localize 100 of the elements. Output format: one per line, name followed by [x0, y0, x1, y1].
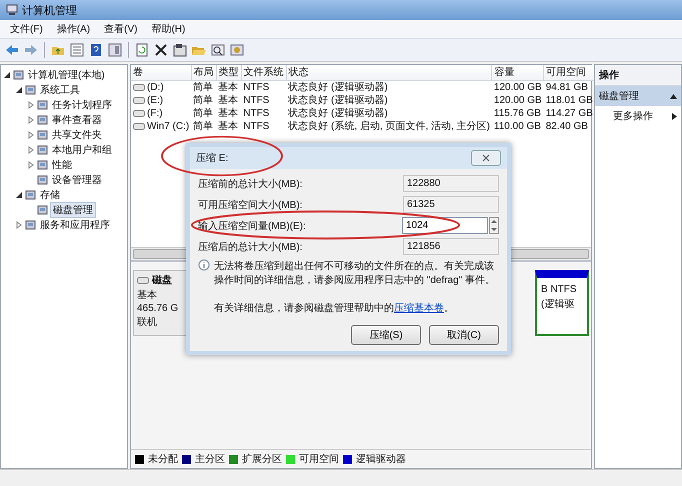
column-header[interactable]: 状态	[286, 65, 492, 80]
node-icon	[25, 84, 36, 95]
field-label: 输入压缩空间量(MB)(E):	[198, 220, 306, 232]
disk-type: 基本	[137, 288, 157, 302]
table-cell-text: 110.00 GB	[492, 120, 542, 133]
tree-item[interactable]: 性能	[50, 158, 74, 172]
drive-icon	[133, 97, 145, 104]
table-cell-text: NTFS	[242, 107, 270, 120]
collapse-arrow-icon[interactable]	[670, 94, 677, 98]
node-icon	[25, 189, 36, 200]
tree-item[interactable]: 本地用户和组	[50, 142, 114, 156]
back-icon[interactable]	[4, 42, 20, 58]
column-header[interactable]: 容量	[492, 65, 544, 80]
table-cell-text: 82.40 GB	[544, 120, 589, 133]
readonly-field: 121856	[403, 238, 499, 255]
table-cell-text: 状态良好 (逻辑驱动器)	[287, 94, 389, 107]
list-view-icon[interactable]	[69, 42, 85, 58]
refresh-icon[interactable]	[134, 42, 150, 58]
disk-size: 465.76 G	[137, 303, 178, 314]
table-cell: (F:)	[147, 107, 163, 120]
pane-icon[interactable]	[107, 42, 123, 58]
tree-item[interactable]: 设备管理器	[50, 172, 104, 186]
field-label: 压缩后的总计大小(MB):	[198, 240, 302, 254]
column-header[interactable]: 可用空间	[544, 65, 595, 80]
legend-label: 未分配	[148, 452, 178, 466]
menu-item[interactable]: 查看(V)	[98, 21, 144, 37]
partition-text: (逻辑驱	[541, 298, 576, 311]
table-cell: 基本	[216, 80, 242, 94]
submenu-arrow-icon[interactable]	[672, 112, 677, 120]
table-cell-text: 状态良好 (系统, 启动, 页面文件, 活动, 主分区)	[287, 120, 491, 133]
collapse-arrow-icon[interactable]	[15, 190, 23, 198]
column-header[interactable]: 布局	[191, 65, 216, 80]
node-icon	[37, 129, 48, 140]
dialog-button[interactable]: 取消(C)	[429, 325, 499, 345]
node-icon	[37, 204, 48, 215]
tree-item[interactable]: 系统工具	[38, 82, 82, 96]
table-cell: (D:)	[147, 81, 164, 94]
drive-icon	[133, 110, 145, 117]
menu-item[interactable]: 文件(F)	[4, 21, 49, 37]
input-field[interactable]: 1024	[402, 217, 488, 234]
legend-label: 逻辑驱动器	[356, 452, 406, 466]
table-cell: Win7 (C:)	[147, 120, 190, 133]
readonly-field: 122880	[403, 175, 499, 192]
table-cell: 94.81 GB	[544, 80, 595, 94]
close-icon[interactable]	[471, 150, 501, 166]
node-icon	[37, 174, 48, 185]
expand-arrow-icon[interactable]	[27, 130, 35, 138]
legend-label: 主分区	[195, 452, 225, 466]
disk-name: 磁盘	[152, 274, 172, 287]
expand-arrow-icon[interactable]	[27, 146, 35, 154]
expand-arrow-icon[interactable]	[15, 220, 23, 228]
drive-icon	[133, 123, 145, 130]
help-icon[interactable]	[88, 42, 104, 58]
tree-item[interactable]: 磁盘管理	[50, 202, 96, 218]
table-cell-text: 简单	[192, 107, 214, 120]
expand-arrow-icon[interactable]	[27, 116, 35, 124]
table-cell-text: 基本	[217, 94, 240, 107]
table-cell-text: 120.00 GB	[492, 94, 543, 107]
column-header[interactable]: 文件系统	[241, 65, 286, 80]
info-text: 无法将卷压缩到超出任何不可移动的文件所在的点。有关完成该操作时间的详细信息，请参阅应用程序日志中的 "defrag" 事件。	[214, 260, 496, 287]
info-icon	[198, 259, 210, 271]
dialog-title: 压缩 E:	[196, 152, 228, 165]
collapse-arrow-icon[interactable]	[3, 70, 11, 78]
field-label: 压缩前的总计大小(MB):	[198, 178, 302, 190]
delete-icon[interactable]	[153, 42, 169, 58]
properties-icon[interactable]	[172, 42, 188, 58]
expand-arrow-icon[interactable]	[27, 100, 35, 108]
expand-arrow-icon[interactable]	[27, 160, 35, 168]
node-icon	[13, 69, 24, 80]
partition-block[interactable]: B NTFS (逻辑驱	[535, 270, 589, 336]
window-title: 计算机管理	[22, 4, 77, 18]
legend-label: 可用空间	[299, 452, 339, 466]
table-cell-text: 基本	[217, 120, 240, 133]
tree-item[interactable]: 事件查看器	[50, 112, 104, 126]
collapse-arrow-icon[interactable]	[15, 86, 23, 94]
spinner-icon[interactable]	[489, 217, 499, 234]
action-item[interactable]: 更多操作	[613, 109, 653, 123]
column-header[interactable]: 类型	[216, 65, 242, 80]
tree-item[interactable]: 计算机管理(本地)	[26, 68, 107, 82]
settings-icon[interactable]	[229, 42, 245, 58]
tree-item[interactable]: 服务和应用程序	[38, 218, 112, 232]
table-cell: 状态良好 (逻辑驱动器)	[286, 80, 492, 94]
table-cell-text: NTFS	[242, 94, 270, 107]
node-icon	[37, 159, 48, 170]
table-cell-text: 状态良好 (逻辑驱动器)	[287, 107, 389, 120]
app-icon	[6, 4, 18, 16]
partition-text: B NTFS	[541, 284, 578, 295]
table-cell-text: 简单	[192, 120, 214, 133]
table-cell-text: 简单	[192, 94, 214, 107]
column-header[interactable]: 卷	[131, 65, 192, 80]
tree-item[interactable]: 任务计划程序	[50, 98, 114, 112]
tree-item[interactable]: 共享文件夹	[50, 128, 104, 142]
dialog-button[interactable]: 压缩(S)	[351, 325, 421, 345]
field-label: 可用压缩空间大小(MB):	[198, 198, 302, 212]
menu-item[interactable]: 操作(A)	[50, 21, 96, 37]
help-link[interactable]: 压缩基本卷	[394, 303, 444, 314]
table-cell: NTFS	[241, 80, 286, 94]
menu-item[interactable]: 帮助(H)	[145, 21, 192, 37]
search-icon[interactable]	[210, 42, 226, 58]
tree-item[interactable]: 存储	[38, 188, 62, 202]
